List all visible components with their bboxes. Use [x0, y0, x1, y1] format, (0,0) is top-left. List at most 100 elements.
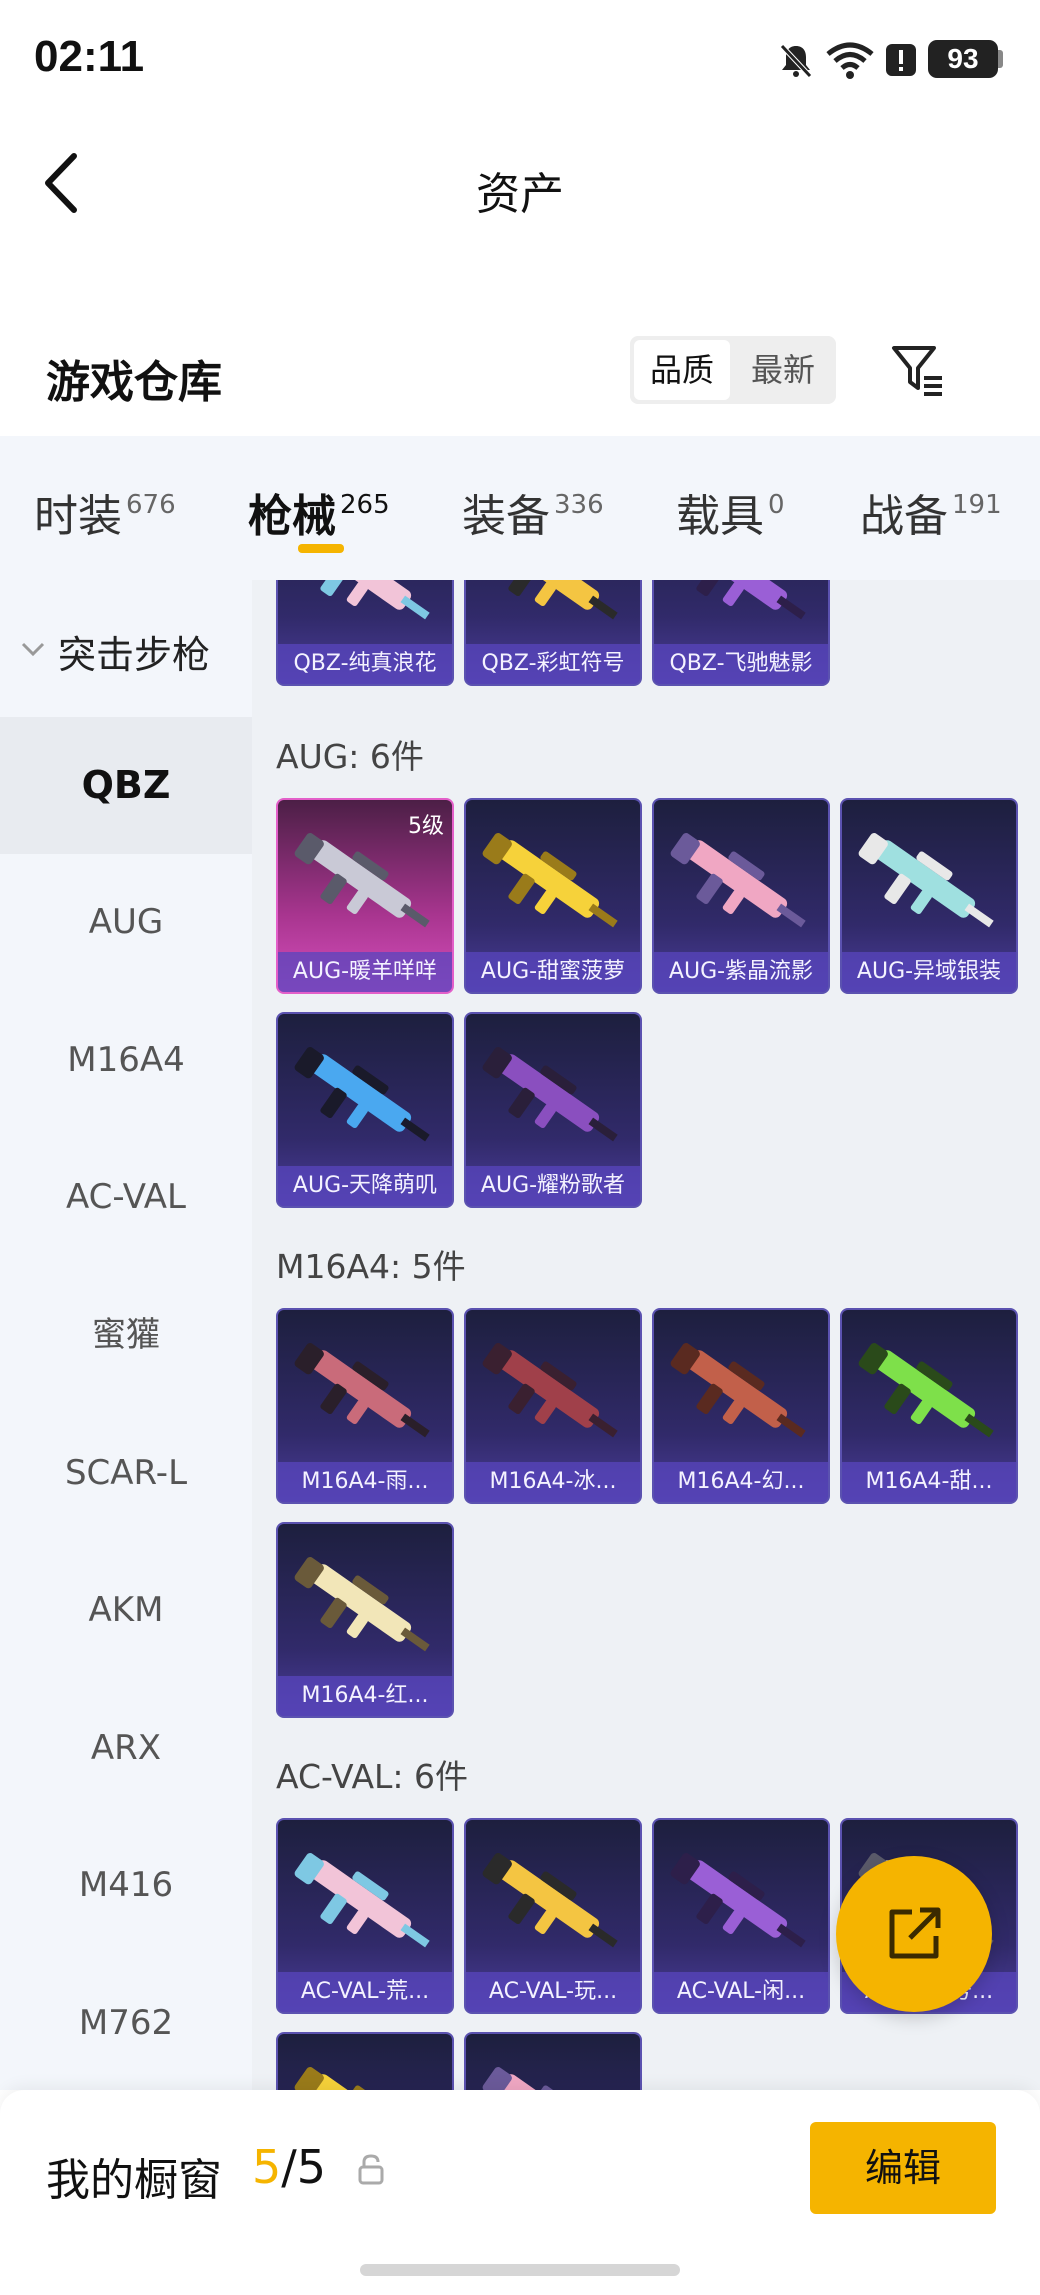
- weapon-card[interactable]: AC-VAL-玩...: [464, 1818, 642, 2014]
- sidebar-category-assault-rifles[interactable]: 突击步枪: [0, 580, 252, 717]
- edit-button[interactable]: 编辑: [810, 2122, 996, 2214]
- sidebar: 突击步枪 QBZ AUG M16A4 AC-VAL 蜜獾 SCAR-L AKM …: [0, 580, 252, 2090]
- home-indicator: [360, 2264, 680, 2276]
- sort-newest-button[interactable]: 最新: [734, 340, 832, 400]
- weapon-card-label: AUG-甜蜜菠萝: [466, 952, 640, 992]
- tab-label: 战备: [860, 491, 948, 542]
- weapon-card[interactable]: M16A4-红...: [276, 1522, 454, 1718]
- tab-combat-gear[interactable]: 战备 191: [860, 480, 1002, 550]
- weapon-skin-image: [294, 2067, 412, 2090]
- weapon-skin-image: [499, 580, 618, 620]
- bell-off-icon: [780, 44, 812, 78]
- tab-count: 336: [554, 490, 604, 520]
- sidebar-item-akm[interactable]: AKM: [0, 1542, 252, 1679]
- tab-firearms[interactable]: 枪械 265: [248, 480, 390, 550]
- share-icon: [889, 1907, 941, 1959]
- weapon-skin-image: [482, 833, 618, 928]
- sidebar-item-scar-l[interactable]: SCAR-L: [0, 1405, 252, 1542]
- weapon-card-label: M16A4-幻...: [654, 1462, 828, 1502]
- weapon-card[interactable]: M16A4-冰...: [464, 1308, 642, 1504]
- weapon-card[interactable]: [276, 2032, 454, 2090]
- weapon-skin-image: [482, 1343, 618, 1438]
- weapon-card-label: QBZ-纯真浪花: [278, 644, 452, 684]
- group-title: AUG: 6件: [276, 737, 424, 776]
- sort-toggle: 品质 最新: [630, 336, 836, 404]
- weapon-card-label: AUG-紫晶流影: [654, 952, 828, 992]
- alert-icon: [886, 44, 916, 76]
- weapon-card[interactable]: AUG-紫晶流影: [652, 798, 830, 994]
- weapon-card-label: AC-VAL-玩...: [466, 1972, 640, 2012]
- battery-icon: 93: [928, 40, 998, 78]
- tab-label: 装备: [462, 491, 550, 542]
- weapon-card-label: QBZ-彩虹符号: [466, 644, 640, 684]
- weapon-skin-image: [858, 1343, 994, 1438]
- sidebar-item-m16a4[interactable]: M16A4: [0, 992, 252, 1129]
- wifi-icon: [826, 42, 874, 79]
- tab-vehicles[interactable]: 载具 0: [676, 480, 785, 550]
- weapon-card[interactable]: M16A4-幻...: [652, 1308, 830, 1504]
- weapon-skin-image: [311, 580, 430, 620]
- weapon-card-label: QBZ-飞驰魅影: [654, 644, 828, 684]
- weapon-card-label: AUG-天降萌叽: [278, 1166, 452, 1206]
- weapon-card-label: AC-VAL-荒...: [278, 1972, 452, 2012]
- weapon-card[interactable]: AUG-甜蜜菠萝: [464, 798, 642, 994]
- sidebar-item-honey-badger[interactable]: 蜜獾: [0, 1267, 252, 1404]
- weapon-card[interactable]: AUG-耀粉歌者: [464, 1012, 642, 1208]
- weapon-skin-image: [670, 1343, 806, 1438]
- weapon-card-label: AUG-耀粉歌者: [466, 1166, 640, 1206]
- sidebar-item-aug[interactable]: AUG: [0, 854, 252, 991]
- sidebar-item-ac-val[interactable]: AC-VAL: [0, 1129, 252, 1266]
- weapon-card-label: AUG-暖羊咩咩: [278, 952, 452, 992]
- status-bar: 02:11 93: [0, 0, 1040, 120]
- group-title: M16A4: 5件: [276, 1247, 466, 1286]
- level-badge: 5级: [408, 814, 444, 839]
- section-title: 游戏仓库: [46, 357, 222, 408]
- tab-fashion[interactable]: 时装 676: [34, 480, 176, 550]
- weapon-card[interactable]: M16A4-雨...: [276, 1308, 454, 1504]
- chevron-down-icon: [21, 642, 45, 657]
- weapon-card[interactable]: AUG-天降萌叽: [276, 1012, 454, 1208]
- tab-count: 191: [952, 490, 1002, 520]
- filter-button[interactable]: [888, 340, 948, 400]
- sidebar-item-arx[interactable]: ARX: [0, 1680, 252, 1817]
- showcase-label: 我的橱窗: [46, 2155, 222, 2206]
- sort-quality-button[interactable]: 品质: [634, 340, 730, 400]
- tab-label: 时装: [34, 491, 122, 542]
- weapon-skin-image: [670, 833, 806, 928]
- showcase-count-current: 5: [252, 2140, 282, 2194]
- weapon-card[interactable]: QBZ-飞驰魅影: [652, 580, 830, 686]
- tab-count: 0: [768, 490, 785, 520]
- sidebar-item-qbz[interactable]: QBZ: [0, 717, 252, 854]
- weapon-skin-image: [482, 1047, 618, 1142]
- showcase-count: 5/5: [252, 2140, 326, 2194]
- group-title: AC-VAL: 6件: [276, 1757, 469, 1796]
- tab-count: 265: [340, 490, 390, 520]
- sidebar-category-label: 突击步枪: [58, 633, 211, 677]
- showcase-count-total: /5: [281, 2140, 327, 2194]
- weapon-skin-image: [294, 1047, 430, 1142]
- sidebar-item-m762[interactable]: M762: [0, 1955, 252, 2090]
- chevron-left-icon: [45, 153, 77, 213]
- weapon-card-label: M16A4-甜...: [842, 1462, 1016, 1502]
- weapon-card[interactable]: AC-VAL-荒...: [276, 1818, 454, 2014]
- back-button[interactable]: [38, 148, 88, 218]
- share-fab-button[interactable]: [836, 1856, 992, 2012]
- weapon-card[interactable]: QBZ-纯真浪花: [276, 580, 454, 686]
- weapon-card[interactable]: AUG-异域银装: [840, 798, 1018, 994]
- tab-count: 676: [126, 490, 176, 520]
- weapon-card[interactable]: AC-VAL-闲...: [652, 1818, 830, 2014]
- weapon-card[interactable]: M16A4-甜...: [840, 1308, 1018, 1504]
- tab-label: 枪械: [248, 491, 336, 542]
- weapon-card-label: AUG-异域银装: [842, 952, 1016, 992]
- weapon-skin-image: [294, 1557, 430, 1652]
- weapon-card-label: M16A4-红...: [278, 1676, 452, 1716]
- sidebar-item-m416[interactable]: M416: [0, 1817, 252, 1954]
- page-title: 资产: [476, 169, 564, 220]
- weapon-card[interactable]: [464, 2032, 642, 2090]
- weapon-card-label: M16A4-雨...: [278, 1462, 452, 1502]
- weapon-card[interactable]: QBZ-彩虹符号: [464, 580, 642, 686]
- weapon-card[interactable]: 5级 AUG-暖羊咩咩: [276, 798, 454, 994]
- tab-equipment[interactable]: 装备 336: [462, 480, 604, 550]
- weapon-skin-image: [294, 1853, 430, 1948]
- weapon-card-label: M16A4-冰...: [466, 1462, 640, 1502]
